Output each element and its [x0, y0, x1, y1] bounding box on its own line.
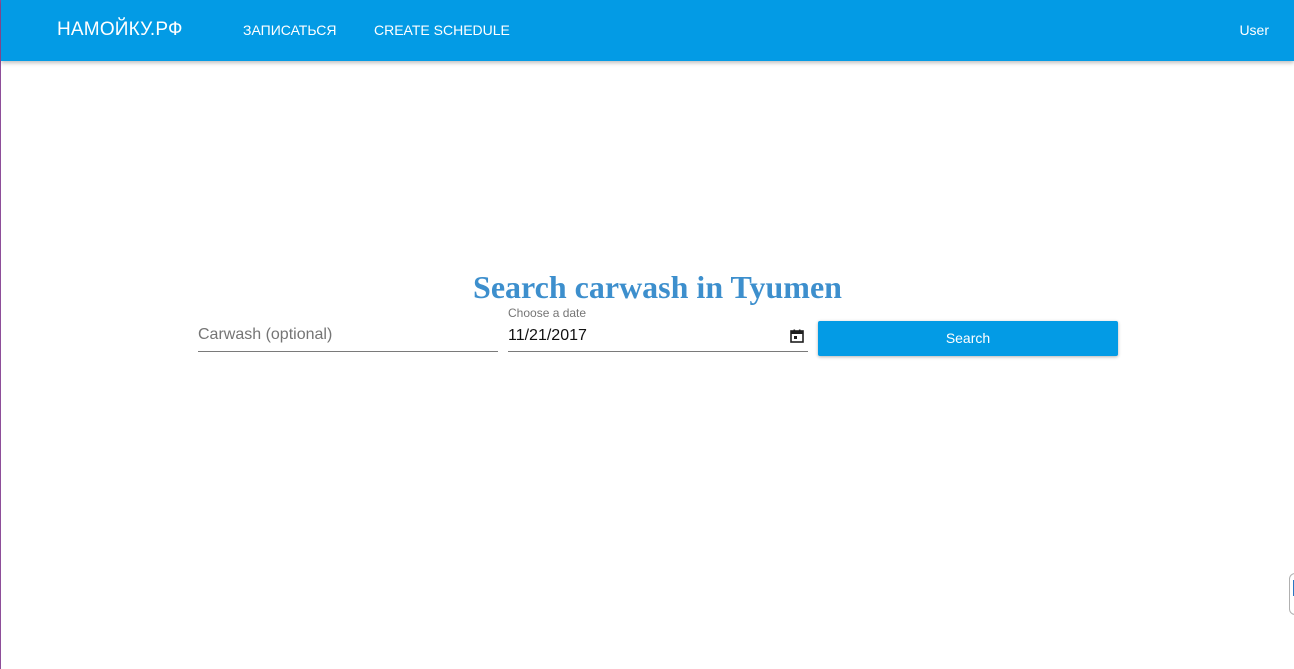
calendar-icon[interactable]: [790, 329, 804, 343]
search-button[interactable]: Search: [818, 321, 1118, 356]
carwash-field: [198, 318, 498, 352]
nav-link-create-schedule[interactable]: CREATE SCHEDULE: [374, 22, 510, 38]
date-input[interactable]: 11/21/2017: [508, 326, 587, 346]
user-menu-link[interactable]: User: [1239, 22, 1269, 38]
app-bar: НАМОЙКУ.РФ ЗАПИСАТЬСЯ CREATE SCHEDULE Us…: [1, 0, 1294, 61]
nav-link-signup[interactable]: ЗАПИСАТЬСЯ: [243, 22, 336, 38]
brand-logo[interactable]: НАМОЙКУ.РФ: [57, 19, 183, 41]
side-tab-widget[interactable]: [1289, 573, 1294, 615]
date-label: Choose a date: [508, 306, 587, 320]
page-title: Search carwash in Tyumen: [473, 269, 842, 306]
carwash-input[interactable]: [198, 324, 494, 346]
date-field[interactable]: Choose a date 11/21/2017: [508, 304, 808, 352]
page: НАМОЙКУ.РФ ЗАПИСАТЬСЯ CREATE SCHEDULE Us…: [0, 0, 1294, 669]
